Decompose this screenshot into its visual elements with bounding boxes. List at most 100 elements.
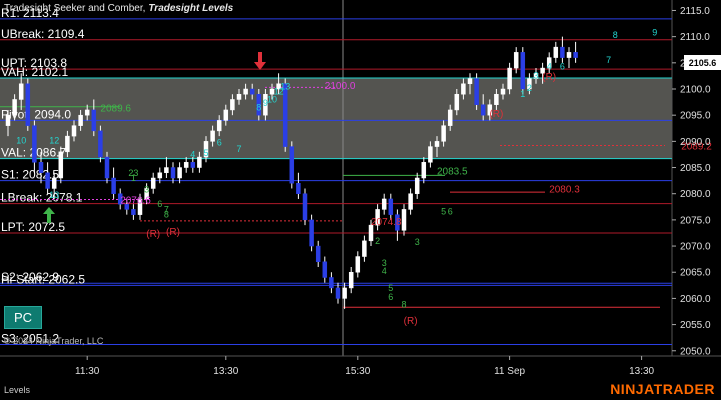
- price-chart[interactable]: R1: 2113.4UBreak: 2109.4UPT: 2103.8VAH: …: [0, 0, 721, 400]
- reversal-marker-0: (R): [146, 229, 160, 240]
- count-label-1: 10: [16, 135, 26, 145]
- count-label-25: 8: [164, 210, 169, 220]
- level-annotation-4: 2080.3: [549, 184, 580, 195]
- candle-body-28: [190, 162, 196, 168]
- count-label-5: 6: [217, 137, 222, 147]
- count-label-32: 3: [415, 237, 420, 247]
- arrow-up-icon: [43, 207, 55, 223]
- reversal-marker-2: (R): [404, 316, 418, 327]
- count-label-18: 8: [613, 30, 618, 40]
- candle-body-45: [302, 193, 308, 221]
- candle-body-22: [150, 177, 156, 189]
- candle-body-36: [243, 88, 248, 95]
- count-label-14: 3: [533, 70, 538, 80]
- time-tick-label-3: 11 Sep: [494, 366, 525, 377]
- count-label-28: 4: [382, 266, 387, 276]
- candle-body-64: [428, 146, 433, 163]
- candle-body-49: [329, 277, 334, 289]
- tab-levels[interactable]: Levels: [4, 385, 30, 395]
- candle-body-4: [32, 125, 37, 163]
- time-tick-label-4: 13:30: [629, 366, 654, 377]
- candle-body-76: [507, 67, 512, 90]
- count-label-13: 2: [527, 83, 532, 93]
- reversal-marker-3: (R): [489, 109, 503, 120]
- candle-body-54: [362, 240, 367, 257]
- candle-body-32: [216, 120, 222, 132]
- count-label-26: 2: [375, 236, 380, 246]
- count-label-17: 7: [606, 55, 611, 65]
- ninjatrader-logo: NINJATRADER: [610, 381, 715, 397]
- count-label-0: 13: [49, 190, 59, 200]
- price-tick-label-0: 2115.0: [680, 6, 710, 17]
- time-tick-label-2: 15:30: [345, 366, 370, 377]
- candle-body-74: [494, 93, 499, 105]
- candle-body-58: [388, 198, 394, 215]
- level-label-7: LBreak: 2078.1: [1, 191, 83, 205]
- candle-body-12: [84, 109, 90, 116]
- candle-body-75: [500, 88, 506, 95]
- candle-body-71: [474, 78, 479, 105]
- count-label-21: 1: [131, 173, 136, 183]
- candle-body-52: [348, 271, 354, 289]
- level-label-10: Hi-Start: 2062.5: [1, 272, 85, 286]
- chart-header: Tradesight Seeker and Comber, Tradesight …: [4, 3, 233, 14]
- candle-body-51: [342, 287, 347, 299]
- reversal-marker-1: (R): [166, 227, 180, 238]
- price-tick-label-12: 2055.0: [680, 320, 711, 331]
- candle-body-78: [520, 52, 526, 90]
- time-tick-label-1: 13:30: [213, 366, 238, 377]
- candle-body-47: [315, 245, 321, 263]
- count-label-23: 6: [157, 199, 162, 209]
- level-label-4: Pivot: 2094.0: [1, 107, 71, 121]
- candle-body-34: [230, 99, 235, 111]
- count-label-22: 3: [144, 185, 149, 195]
- price-tick-label-13: 2050.0: [680, 346, 711, 357]
- candle-body-63: [421, 162, 427, 179]
- level-label-6: S1: 2082.5: [1, 168, 59, 182]
- count-label-7: 8: [256, 102, 261, 112]
- price-tick-label-7: 2080.0: [680, 189, 711, 200]
- level-annotation-5: 2100.0: [325, 81, 356, 92]
- candle-body-69: [461, 83, 466, 95]
- arrow-down-icon: [254, 52, 266, 70]
- candle-body-3: [25, 83, 31, 126]
- candle-body-2: [18, 83, 24, 100]
- level-annotation-1: 2076.6: [120, 195, 151, 206]
- count-label-31: 8: [401, 300, 406, 310]
- chart-background: [0, 0, 721, 400]
- count-label-16: 6: [560, 61, 565, 71]
- reversal-marker-4: (R): [542, 72, 556, 83]
- candle-body-7: [51, 177, 57, 189]
- candle-body-6: [45, 172, 50, 189]
- price-tick-label-11: 2060.0: [680, 294, 711, 305]
- count-label-30: 6: [388, 292, 393, 302]
- candle-body-25: [170, 167, 176, 179]
- candle-body-43: [289, 146, 295, 184]
- candle-body-68: [454, 93, 460, 111]
- candle-body-8: [58, 151, 64, 179]
- candle-body-72: [480, 104, 486, 116]
- candle-body-16: [111, 177, 116, 194]
- level-annotation-2: 2074.8: [371, 217, 402, 228]
- candle-body-60: [401, 209, 407, 231]
- price-tick-label-8: 2075.0: [680, 215, 711, 226]
- candle-body-0: [5, 114, 11, 126]
- candle-body-24: [164, 167, 169, 174]
- candle-body-15: [104, 156, 110, 179]
- price-tick-label-9: 2070.0: [680, 242, 711, 253]
- price-tick-label-5: 2090.0: [680, 137, 711, 148]
- level-annotation-3: 2083.5: [437, 167, 468, 178]
- candle-body-26: [177, 167, 182, 179]
- candle-body-83: [553, 46, 559, 58]
- pc-button[interactable]: PC: [4, 306, 42, 329]
- count-label-11: 13: [280, 81, 290, 91]
- count-label-6: 7: [236, 144, 241, 154]
- candle-body-5: [38, 162, 44, 174]
- price-tick-label-10: 2065.0: [680, 268, 711, 279]
- indicator-subtitle: Tradesight Levels: [148, 3, 234, 14]
- candle-body-77: [513, 52, 519, 69]
- candle-body-86: [573, 52, 578, 58]
- candle-body-9: [65, 135, 70, 153]
- candle-body-53: [355, 256, 361, 273]
- candle-body-85: [566, 52, 572, 58]
